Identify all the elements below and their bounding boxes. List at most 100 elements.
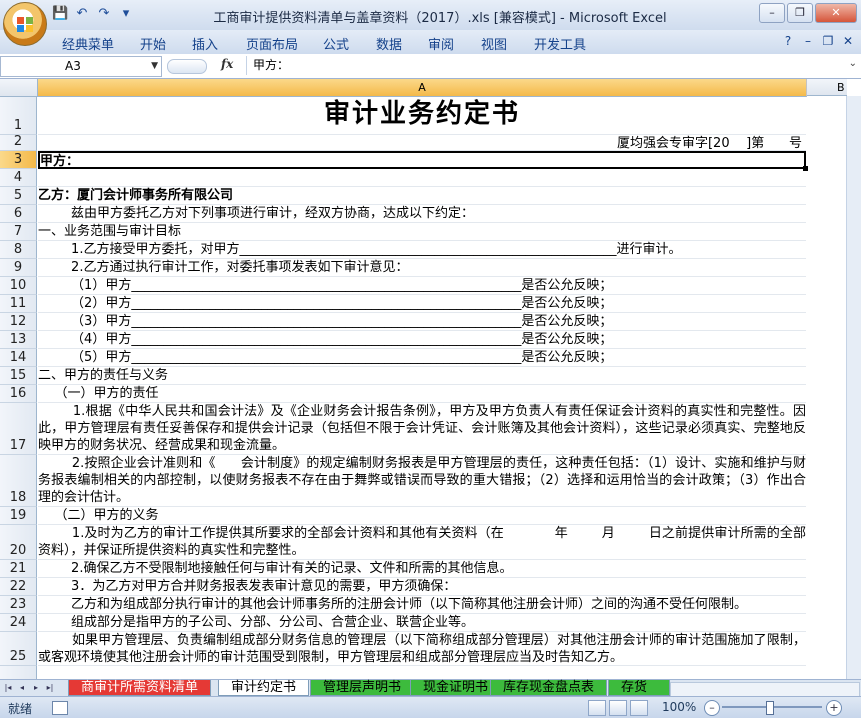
sheet-tab[interactable]: 商审计所需资料清单	[68, 680, 212, 696]
vertical-scrollbar[interactable]	[846, 96, 861, 679]
cell-a15[interactable]: 二、甲方的责任与义务	[38, 367, 806, 385]
row-header[interactable]: 3	[0, 151, 37, 169]
formula-input[interactable]: 甲方：	[246, 56, 847, 75]
cell-a10[interactable]: （1）甲方___________________________________…	[38, 277, 806, 295]
zoom-slider-thumb[interactable]	[766, 701, 774, 715]
row-header[interactable]: 23	[0, 596, 37, 614]
formula-bar-resize-handle[interactable]	[167, 59, 207, 74]
next-sheet-icon[interactable]: ▸	[30, 682, 42, 694]
sheet-tab[interactable]: 现金证明书	[410, 680, 502, 696]
cell-a20[interactable]: 1.及时为乙方的审计工作提供其所要求的全部会计资料和其他有关资料（在 年 月 日…	[38, 525, 806, 560]
horizontal-scrollbar[interactable]	[670, 682, 860, 697]
cell-a25[interactable]: 如果甲方管理层、负责编制组成部分财务信息的管理层（以下简称组成部分管理层）对其他…	[38, 632, 806, 666]
zoom-level[interactable]: 100%	[662, 700, 696, 714]
cell-a16[interactable]: （一）甲方的责任	[38, 385, 806, 403]
page-layout-view-icon[interactable]	[609, 700, 627, 716]
restore-button[interactable]: ❐	[787, 3, 813, 23]
row-header[interactable]: 19	[0, 507, 37, 525]
row-header[interactable]: 17	[0, 403, 37, 455]
row-header[interactable]: 6	[0, 205, 37, 223]
cell-a13[interactable]: （4）甲方___________________________________…	[38, 331, 806, 349]
row-header[interactable]: 9	[0, 259, 37, 277]
tab-developer[interactable]: 开发工具	[534, 34, 586, 53]
cell-a26[interactable]: 乙方及时获悉其他注册会计师与组成部分治理层和管理层之间的重要沟通（包括就内部控制…	[38, 666, 806, 679]
row-header[interactable]: 4	[0, 169, 37, 187]
row-header[interactable]: 22	[0, 578, 37, 596]
sheet-tab[interactable]: 库存现金盘点表	[490, 680, 608, 696]
row-header[interactable]: 21	[0, 560, 37, 578]
row-header[interactable]: 24	[0, 614, 37, 632]
macro-record-icon[interactable]	[52, 701, 68, 715]
cell-a11[interactable]: （2）甲方___________________________________…	[38, 295, 806, 313]
cell-a8[interactable]: 1.乙方接受甲方委托，对甲方__________________________…	[38, 241, 806, 259]
row-header[interactable]: 13	[0, 331, 37, 349]
row-header[interactable]: 11	[0, 295, 37, 313]
cell-a9[interactable]: 2.乙方通过执行审计工作，对委托事项发表如下审计意见：	[38, 259, 806, 277]
cell-a6[interactable]: 兹由甲方委托乙方对下列事项进行审计，经双方协商，达成以下约定：	[38, 205, 806, 223]
row-header[interactable]: 15	[0, 367, 37, 385]
row-header[interactable]: 14	[0, 349, 37, 367]
document-title[interactable]: 审计业务约定书	[38, 97, 806, 135]
row-header[interactable]: 12	[0, 313, 37, 331]
row-header[interactable]: 2	[0, 134, 37, 151]
save-icon[interactable]: 💾	[52, 6, 68, 22]
undo-icon[interactable]: ↶	[74, 6, 90, 22]
tab-classic-menu[interactable]: 经典菜单	[62, 34, 114, 53]
cell-a2[interactable]: 厦均强会专审字[20 ]第 号	[38, 135, 806, 151]
chevron-down-icon[interactable]: ▼	[151, 57, 158, 76]
workbook-minimize-button[interactable]: –	[801, 34, 815, 48]
minimize-button[interactable]: –	[759, 3, 785, 23]
zoom-in-button[interactable]: +	[826, 700, 842, 716]
tab-formulas[interactable]: 公式	[323, 34, 349, 53]
cell-a7[interactable]: 一、业务范围与审计目标	[38, 223, 806, 241]
last-sheet-icon[interactable]: ▸|	[44, 682, 56, 694]
first-sheet-icon[interactable]: |◂	[2, 682, 14, 694]
cell-a24[interactable]: 组成部分是指甲方的子公司、分部、分公司、合营企业、联营企业等。	[38, 614, 806, 632]
cell-a19[interactable]: （二）甲方的义务	[38, 507, 806, 525]
cell-a23[interactable]: 乙方和为组成部分执行审计的其他会计师事务所的注册会计师（以下简称其他注册会计师）…	[38, 596, 806, 614]
help-icon[interactable]: ?	[781, 34, 795, 48]
tab-insert[interactable]: 插入	[192, 34, 218, 53]
cell-a5[interactable]: 乙方：厦门会计师事务所有限公司	[38, 187, 806, 205]
expand-formula-bar-icon[interactable]: ⌄	[849, 58, 857, 69]
cell-a12[interactable]: （3）甲方___________________________________…	[38, 313, 806, 331]
tab-review[interactable]: 审阅	[428, 34, 454, 53]
customize-qat-icon[interactable]: ▾	[118, 6, 134, 22]
cell-a18[interactable]: 2.按照企业会计准则和《 会计制度》的规定编制财务报表是甲方管理层的责任，这种责…	[38, 455, 806, 507]
workbook-restore-button[interactable]: ❐	[821, 34, 835, 48]
zoom-out-button[interactable]: –	[704, 700, 720, 716]
sheet-tab[interactable]: 存货盘	[608, 680, 670, 696]
row-header[interactable]: 26	[0, 666, 37, 679]
name-box[interactable]: A3 ▼	[0, 56, 162, 77]
workbook-close-button[interactable]: ✕	[841, 34, 855, 48]
row-header[interactable]: 20	[0, 525, 37, 560]
tab-home[interactable]: 开始	[140, 34, 166, 53]
page-break-view-icon[interactable]	[630, 700, 648, 716]
row-header[interactable]: 7	[0, 223, 37, 241]
row-header[interactable]: 25	[0, 632, 37, 666]
cell-a21[interactable]: 2.确保乙方不受限制地接触任何与审计有关的记录、文件和所需的其他信息。	[38, 560, 806, 578]
row-header[interactable]: 18	[0, 455, 37, 507]
column-header-a[interactable]: A	[38, 79, 807, 97]
row-header[interactable]: 16	[0, 385, 37, 403]
normal-view-icon[interactable]	[588, 700, 606, 716]
row-header[interactable]: 8	[0, 241, 37, 259]
select-all-button[interactable]	[0, 79, 38, 97]
cell-a4[interactable]	[38, 169, 806, 187]
column-header-b[interactable]: B	[807, 79, 847, 96]
office-button[interactable]	[3, 2, 47, 46]
prev-sheet-icon[interactable]: ◂	[16, 682, 28, 694]
close-button[interactable]: ✕	[815, 3, 857, 23]
sheet-tab[interactable]: 审计约定书	[218, 680, 310, 696]
tab-page-layout[interactable]: 页面布局	[246, 34, 298, 53]
redo-icon[interactable]: ↷	[96, 6, 112, 22]
tab-view[interactable]: 视图	[481, 34, 507, 53]
cell-a3[interactable]: 甲方：	[38, 151, 806, 169]
cell-a17[interactable]: 1.根据《中华人民共和国会计法》及《企业财务会计报告条例》，甲方及甲方负责人有责…	[38, 403, 806, 455]
cell-a22[interactable]: 3．为乙方对甲方合并财务报表发表审计意见的需要，甲方须确保：	[38, 578, 806, 596]
row-header[interactable]: 1	[0, 97, 37, 135]
sheet-tab[interactable]: 管理层声明书	[310, 680, 415, 696]
cell-a14[interactable]: （5）甲方___________________________________…	[38, 349, 806, 367]
row-header[interactable]: 10	[0, 277, 37, 295]
row-header[interactable]: 5	[0, 187, 37, 205]
